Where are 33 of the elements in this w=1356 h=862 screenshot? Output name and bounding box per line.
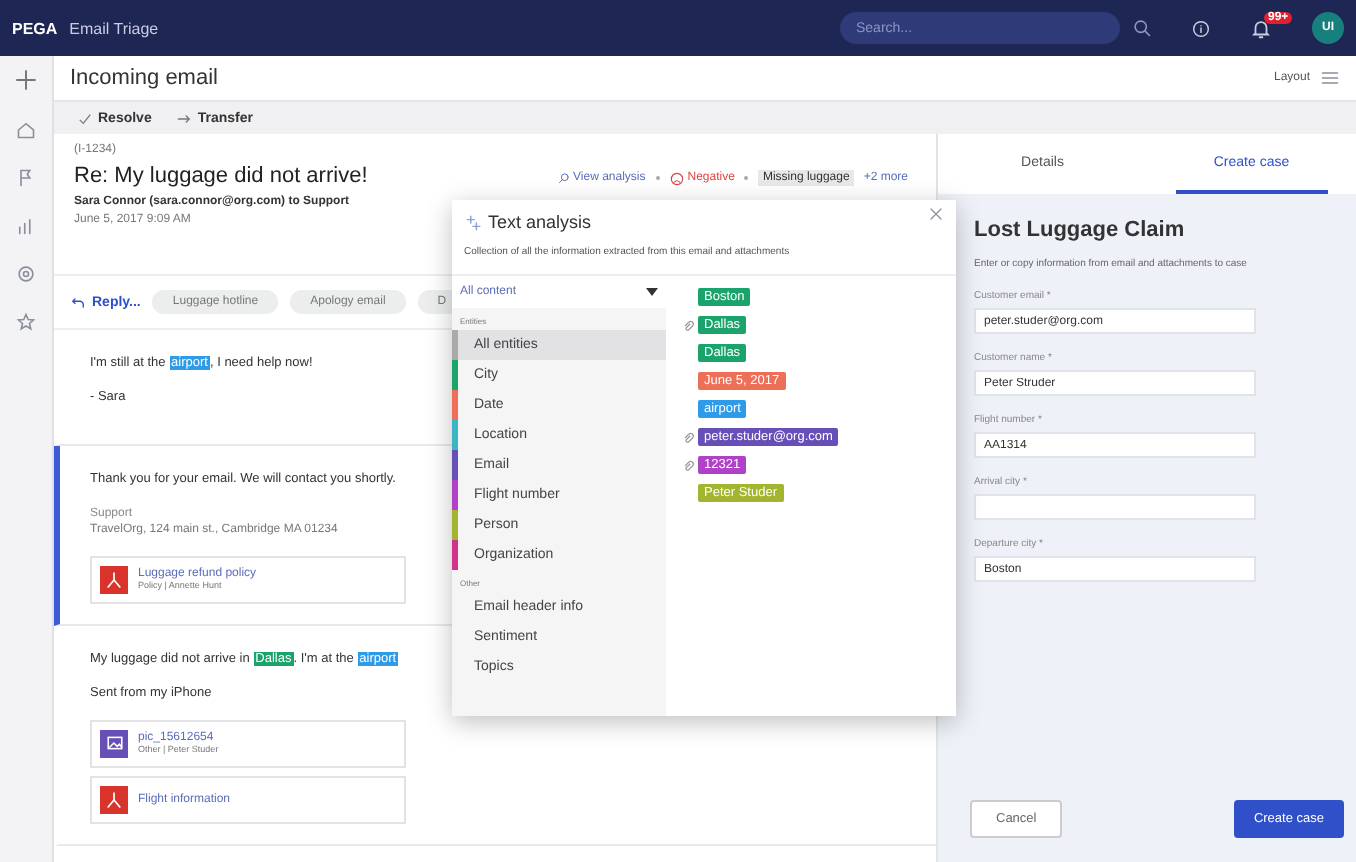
paperclip-icon — [682, 459, 694, 471]
arrow-right-icon — [175, 111, 192, 125]
flag-icon — [16, 168, 36, 188]
pdf-icon — [100, 785, 128, 814]
search-icon — [557, 172, 570, 184]
check-icon — [78, 111, 92, 125]
separator-dot — [655, 176, 660, 180]
sad-face-icon — [669, 171, 684, 185]
paperclip-icon — [682, 431, 694, 443]
sparkle-icon — [464, 213, 482, 231]
plus-icon — [14, 68, 38, 92]
form-title: Lost Luggage Claim — [974, 218, 1187, 242]
page-title: Incoming email — [70, 66, 218, 90]
reply-arrow-icon — [70, 295, 86, 309]
paperclip-icon — [682, 319, 694, 331]
close-icon — [928, 206, 944, 222]
info-icon — [1192, 19, 1210, 37]
app-title: Email Triage — [69, 19, 159, 37]
image-file-icon — [100, 729, 128, 758]
bar-chart-icon — [16, 216, 36, 236]
menu-icon — [1320, 68, 1340, 88]
separator-dot — [744, 176, 749, 180]
home-icon — [16, 120, 36, 140]
pdf-icon — [100, 565, 128, 594]
star-icon — [16, 312, 36, 332]
gear-icon — [16, 264, 36, 284]
caret-icon — [646, 288, 658, 296]
email-subject: Re: My luggage did not arrive! — [74, 164, 368, 188]
popup-title: Text analysis — [488, 212, 592, 232]
input-field[interactable] — [974, 494, 1256, 520]
bell-icon — [1250, 17, 1272, 39]
brand-logo: PEGA — [12, 19, 58, 37]
search-icon — [1132, 18, 1152, 38]
